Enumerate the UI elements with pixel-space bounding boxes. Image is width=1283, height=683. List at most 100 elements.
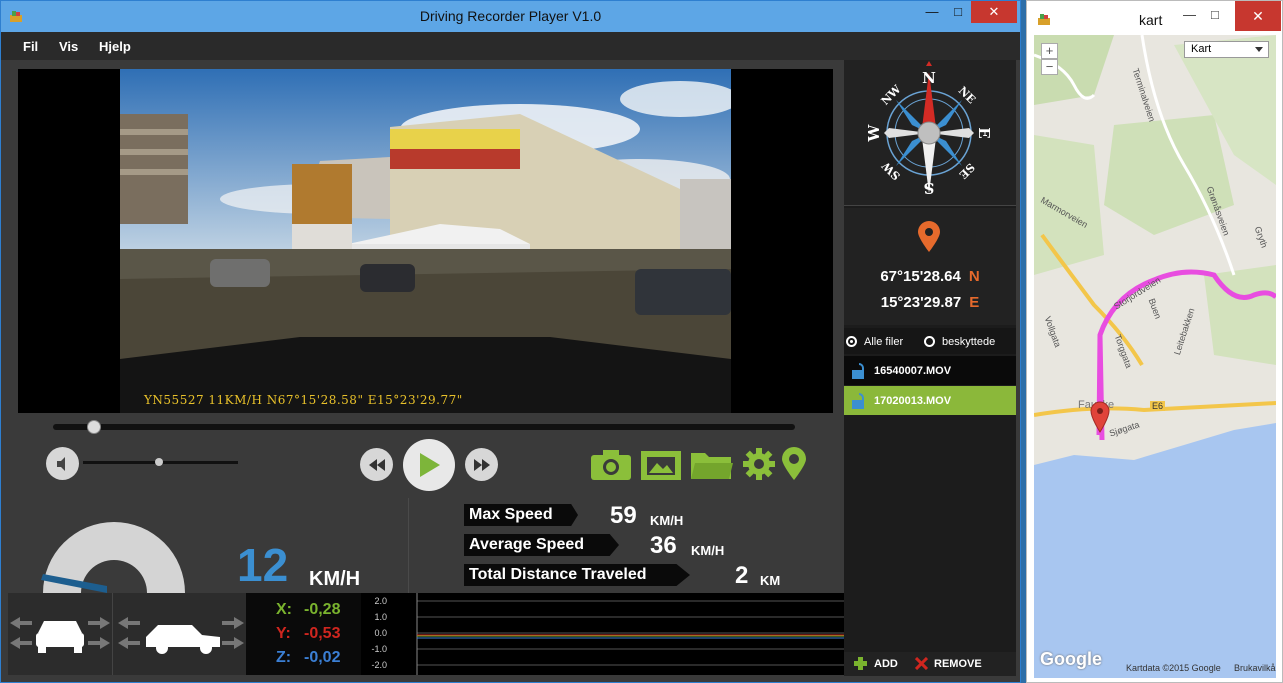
graph-tick-label: 1.0 <box>374 612 387 622</box>
z-axis-label: Z: <box>276 649 292 666</box>
gallery-icon[interactable] <box>641 447 681 481</box>
side-panel: N NE E SE S SW W NW 67°15'28.64 N 15°23'29.87 E A… <box>844 60 1016 676</box>
graph-tick-label: 0.0 <box>374 628 387 638</box>
compass-label-w: W <box>865 123 883 142</box>
close-button[interactable]: ✕ <box>971 1 1017 23</box>
latitude-value: 67°15'28.64 <box>880 268 961 285</box>
map-window-title: kart <box>1139 12 1163 28</box>
minimize-button[interactable]: — <box>919 1 945 23</box>
compass-label-nw: NW <box>879 82 904 107</box>
map-canvas <box>1034 35 1276 678</box>
play-icon <box>420 453 440 477</box>
remove-icon <box>915 657 928 670</box>
gps-panel: 67°15'28.64 N 15°23'29.87 E <box>844 208 1016 325</box>
average-speed-unit: KM/H <box>691 543 725 558</box>
maximize-button[interactable]: □ <box>945 1 971 23</box>
file-filter: Alle filer beskyttede <box>844 328 1016 354</box>
map-window: kart — □ ✕ + − Kart Terminalveien Marmor <box>1026 0 1283 683</box>
map-close-button[interactable]: ✕ <box>1235 1 1281 31</box>
map-title-bar: kart — □ ✕ <box>1027 1 1282 35</box>
menu-view[interactable]: Vis <box>59 39 78 54</box>
compass-icon: NNEESESSWWNW <box>865 61 993 197</box>
unlock-icon <box>852 363 864 379</box>
dashcam-scene <box>120 69 731 413</box>
filter-protected-label[interactable]: beskyttede <box>942 336 995 348</box>
file-item-selected[interactable]: 17020013.MOV <box>844 386 1016 415</box>
rewind-button[interactable] <box>360 448 393 481</box>
settings-icon[interactable] <box>742 447 776 481</box>
latitude: 67°15'28.64 N <box>844 268 1016 285</box>
speedometer-gauge <box>41 522 185 593</box>
x-axis-label: X: <box>276 601 292 618</box>
current-speed-unit: KM/H <box>309 568 361 590</box>
map-minimize-button[interactable]: — <box>1183 7 1196 22</box>
total-distance-value: 2 <box>735 562 749 589</box>
fast-forward-button[interactable] <box>465 448 498 481</box>
map-marker-icon[interactable] <box>1090 401 1110 433</box>
map-maximize-button[interactable]: □ <box>1211 7 1219 22</box>
max-speed-label: Max Speed <box>464 504 578 526</box>
file-actions: ADD REMOVE <box>844 652 1016 676</box>
fast-forward-icon <box>473 458 490 471</box>
add-button[interactable]: ADD <box>874 658 898 670</box>
filter-all-label[interactable]: Alle filer <box>864 336 903 348</box>
latitude-direction: N <box>968 268 980 285</box>
mute-button[interactable] <box>46 447 79 480</box>
average-speed-value: 36 <box>650 532 677 559</box>
folder-icon[interactable] <box>691 447 733 481</box>
graph-tick-label: -1.0 <box>371 644 387 654</box>
rewind-icon <box>368 458 385 471</box>
map-type-select[interactable]: Kart <box>1184 41 1269 58</box>
map-type-value: Kart <box>1191 43 1212 55</box>
main-window: Driving Recorder Player V1.0 — □ ✕ Fil V… <box>0 0 1021 683</box>
x-axis-value: -0,28 <box>304 601 341 618</box>
longitude: 15°23'29.87 E <box>844 294 1016 311</box>
zoom-in-button[interactable]: + <box>1041 43 1058 59</box>
graph-tick-label: -2.0 <box>371 660 387 670</box>
compass-label-e: E <box>975 127 993 138</box>
g-sensor-plot: 2.0 1.0 0.0 -1.0 -2.0 <box>371 593 844 675</box>
speaker-icon <box>56 456 65 471</box>
longitude-value: 15°23'29.87 <box>880 294 962 311</box>
google-logo: Google <box>1040 649 1102 669</box>
g-sensor-values: X: -0,28 Y: -0,53 Z: -0,02 <box>246 593 361 675</box>
panel-divider <box>408 498 409 593</box>
location-icon[interactable] <box>781 447 807 481</box>
camera-icon[interactable] <box>591 447 631 481</box>
video-overlay-text: YN55527 11KM/H N67°15'28.58" E15°23'29.7… <box>144 393 463 407</box>
menu-file[interactable]: Fil <box>23 39 38 54</box>
window-title: Driving Recorder Player V1.0 <box>419 8 602 24</box>
map-attribution[interactable]: Kartdata ©2015 Google <box>1126 663 1221 673</box>
file-name: 16540007.MOV <box>874 365 952 377</box>
y-axis-label: Y: <box>276 625 291 642</box>
map-terms-link[interactable]: Brukavilkår <box>1234 663 1276 673</box>
video-player[interactable]: YN55527 11KM/H N67°15'28.58" E15°23'29.7… <box>18 69 833 413</box>
g-sensor-graph: 2.0 1.0 0.0 -1.0 -2.0 <box>361 593 844 675</box>
unlock-icon <box>852 393 864 409</box>
z-axis-value: -0,02 <box>304 649 341 666</box>
play-button[interactable] <box>403 439 455 491</box>
route-label: E6 <box>1150 401 1166 411</box>
max-speed-unit: KM/H <box>650 513 684 528</box>
app-icon <box>1038 14 1050 25</box>
volume-handle[interactable] <box>155 458 163 466</box>
title-bar: Driving Recorder Player V1.0 — □ ✕ <box>1 1 1020 32</box>
compass-panel: N NE E SE S SW W NW <box>844 60 1016 206</box>
total-distance-unit: KM <box>760 573 781 588</box>
longitude-direction: E <box>969 294 980 311</box>
zoom-out-button[interactable]: − <box>1041 59 1058 75</box>
menu-help[interactable]: Hjelp <box>99 39 131 54</box>
current-speed-value: 12 <box>237 539 289 591</box>
filter-protected-radio[interactable] <box>924 336 935 347</box>
map-view[interactable]: + − Kart Terminalveien Marmorveien Grønå… <box>1034 35 1276 678</box>
filter-all-radio[interactable] <box>846 336 857 347</box>
max-speed-value: 59 <box>610 502 637 529</box>
remove-button[interactable]: REMOVE <box>934 658 982 670</box>
add-icon <box>854 657 867 670</box>
graph-tick-label: 2.0 <box>374 596 387 606</box>
y-axis-value: -0,53 <box>304 625 341 642</box>
video-frame: YN55527 11KM/H N67°15'28.58" E15°23'29.7… <box>120 69 731 413</box>
seek-bar[interactable] <box>53 424 795 430</box>
file-item[interactable]: 16540007.MOV <box>844 356 1016 385</box>
seek-handle[interactable] <box>87 420 101 434</box>
